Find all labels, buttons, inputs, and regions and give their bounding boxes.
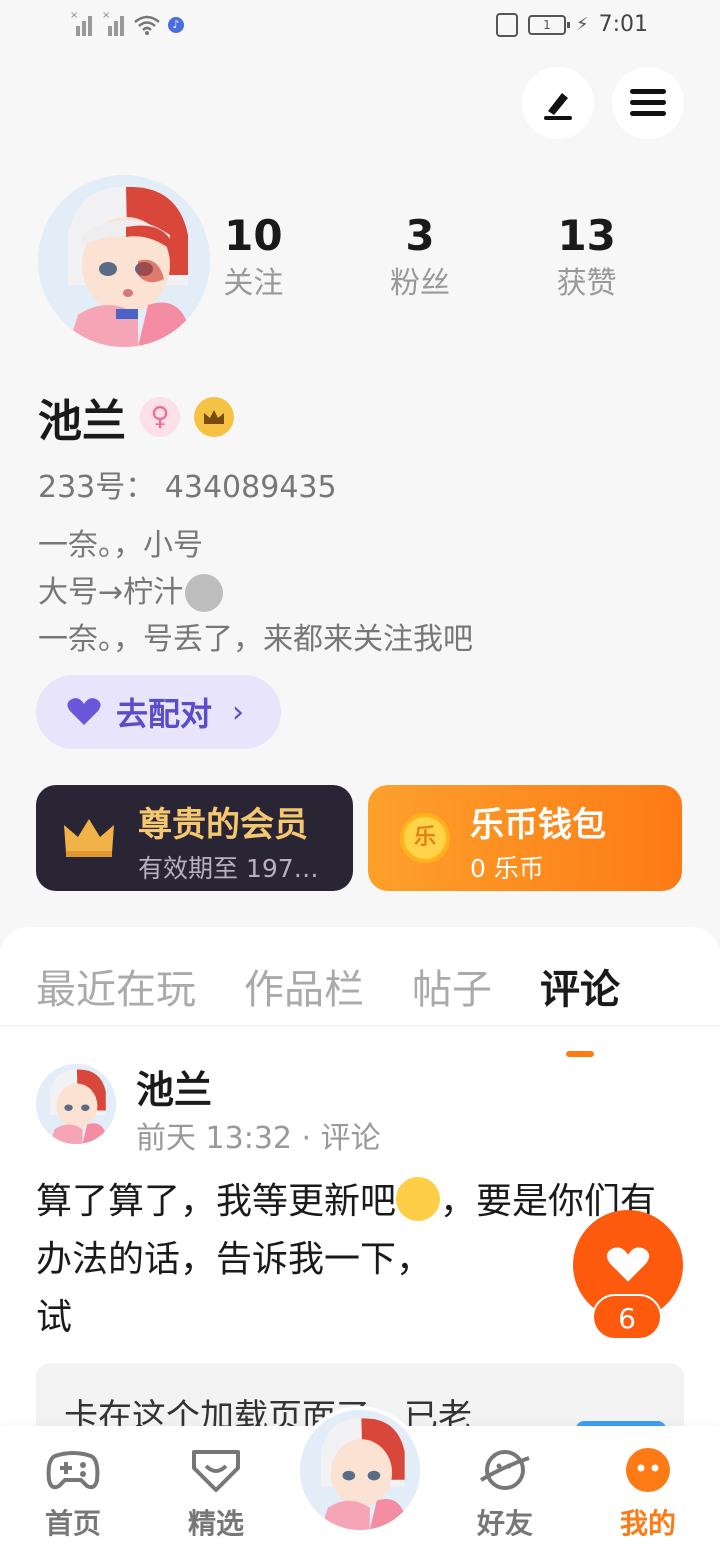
stat-following[interactable]: 10 关注 [170, 210, 337, 306]
user-id: 233号： 434089435 [38, 470, 337, 505]
comment-text-part: 试 [36, 1297, 73, 1338]
nav-mine[interactable]: 我的 [593, 1446, 703, 1542]
nav-home[interactable]: 首页 [18, 1446, 128, 1542]
name-row: 池兰 ♀ [38, 385, 234, 449]
vibrate-icon [495, 12, 518, 37]
nav-label: 我的 [619, 1507, 676, 1540]
vip-card[interactable]: 尊贵的会员 有效期至 197… [36, 785, 353, 891]
pen-icon [544, 93, 572, 120]
match-label: 去配对 [116, 695, 213, 733]
heart-icon [67, 698, 101, 725]
comment-avatar[interactable] [36, 1064, 116, 1144]
vip-subtitle: 有效期至 197… [138, 854, 319, 883]
stat-value: 13 [557, 211, 616, 260]
crown-icon [64, 819, 114, 857]
comment-text-part: 算了算了，我等更新吧 [36, 1181, 397, 1222]
comment-author[interactable]: 池兰 [136, 1059, 212, 1114]
menu-icon [630, 89, 666, 116]
like-count: 6 [592, 1294, 662, 1340]
wallet-card[interactable]: 乐 乐币钱包 0 乐币 [368, 785, 682, 891]
profile-stats: 10 关注 3 粉丝 13 获赞 [170, 210, 670, 306]
tab-works[interactable]: 作品栏 [244, 957, 364, 1017]
edit-profile-button[interactable] [522, 67, 594, 139]
nav-featured[interactable]: 精选 [161, 1446, 271, 1542]
tab-posts[interactable]: 帖子 [412, 957, 492, 1017]
nav-friends[interactable]: 好友 [450, 1446, 560, 1542]
bio-line-text: 大号→柠汁 [38, 575, 184, 610]
profile-name: 池兰 [38, 396, 126, 447]
divider [0, 1025, 720, 1026]
female-icon: ♀ [140, 397, 180, 437]
chevron-right-icon: › [232, 694, 245, 730]
bio-line: 一奈。，小号 [38, 528, 203, 563]
tab-comments[interactable]: 评论 [540, 957, 620, 1057]
status-bar: × × ♪ 1 ⚡ 7:01 [0, 0, 720, 56]
nav-label: 精选 [187, 1507, 244, 1540]
tab-recent[interactable]: 最近在玩 [36, 957, 196, 1017]
charging-icon: ⚡ [575, 14, 589, 35]
nav-center-avatar[interactable] [296, 1406, 424, 1534]
wallet-title: 乐币钱包 [470, 805, 606, 845]
sad-emoji-icon [396, 1177, 441, 1221]
vip-title: 尊贵的会员 [138, 805, 308, 845]
bio-line: 一奈。，号丢了，来都来关注我吧 [38, 622, 473, 657]
wallet-balance: 0 乐币 [470, 854, 544, 883]
featured-heart-icon [192, 1450, 240, 1492]
crown-badge-icon[interactable] [194, 397, 234, 437]
smile-emoji-icon [185, 573, 224, 612]
tab-bar: 最近在玩 作品栏 帖子 评论 [36, 957, 668, 1057]
battery-icon: 1 [527, 14, 570, 35]
heart-icon [606, 1247, 650, 1282]
signal-icon: × [102, 10, 126, 36]
wifi-icon [134, 15, 160, 35]
stat-followers[interactable]: 3 粉丝 [337, 210, 504, 306]
bio-line: 大号→柠汁 [38, 569, 473, 616]
music-icon: ♪ [168, 17, 184, 33]
status-time: 7:01 [598, 12, 648, 37]
bottom-nav: 首页 精选 好友 我的 [0, 1406, 720, 1560]
coin-icon: 乐 [400, 813, 450, 863]
stat-label: 关注 [223, 266, 284, 301]
bio: 一奈。，小号 大号→柠汁 一奈。，号丢了，来都来关注我吧 [38, 522, 473, 663]
friends-planet-icon [479, 1450, 530, 1490]
comment-meta: 前天 13:32 · 评论 [136, 1121, 381, 1156]
stat-value: 3 [405, 211, 435, 260]
nav-label: 首页 [44, 1507, 101, 1540]
signal-icon: × [70, 10, 94, 36]
stat-value: 10 [224, 211, 283, 260]
menu-button[interactable] [612, 67, 684, 139]
stat-likes[interactable]: 13 获赞 [503, 210, 670, 306]
match-button[interactable]: 去配对 › [36, 675, 281, 749]
stat-label: 粉丝 [390, 266, 450, 301]
nav-label: 好友 [476, 1507, 533, 1540]
stat-label: 获赞 [556, 266, 617, 301]
gamepad-icon [46, 1451, 100, 1490]
mine-face-icon [626, 1448, 670, 1492]
